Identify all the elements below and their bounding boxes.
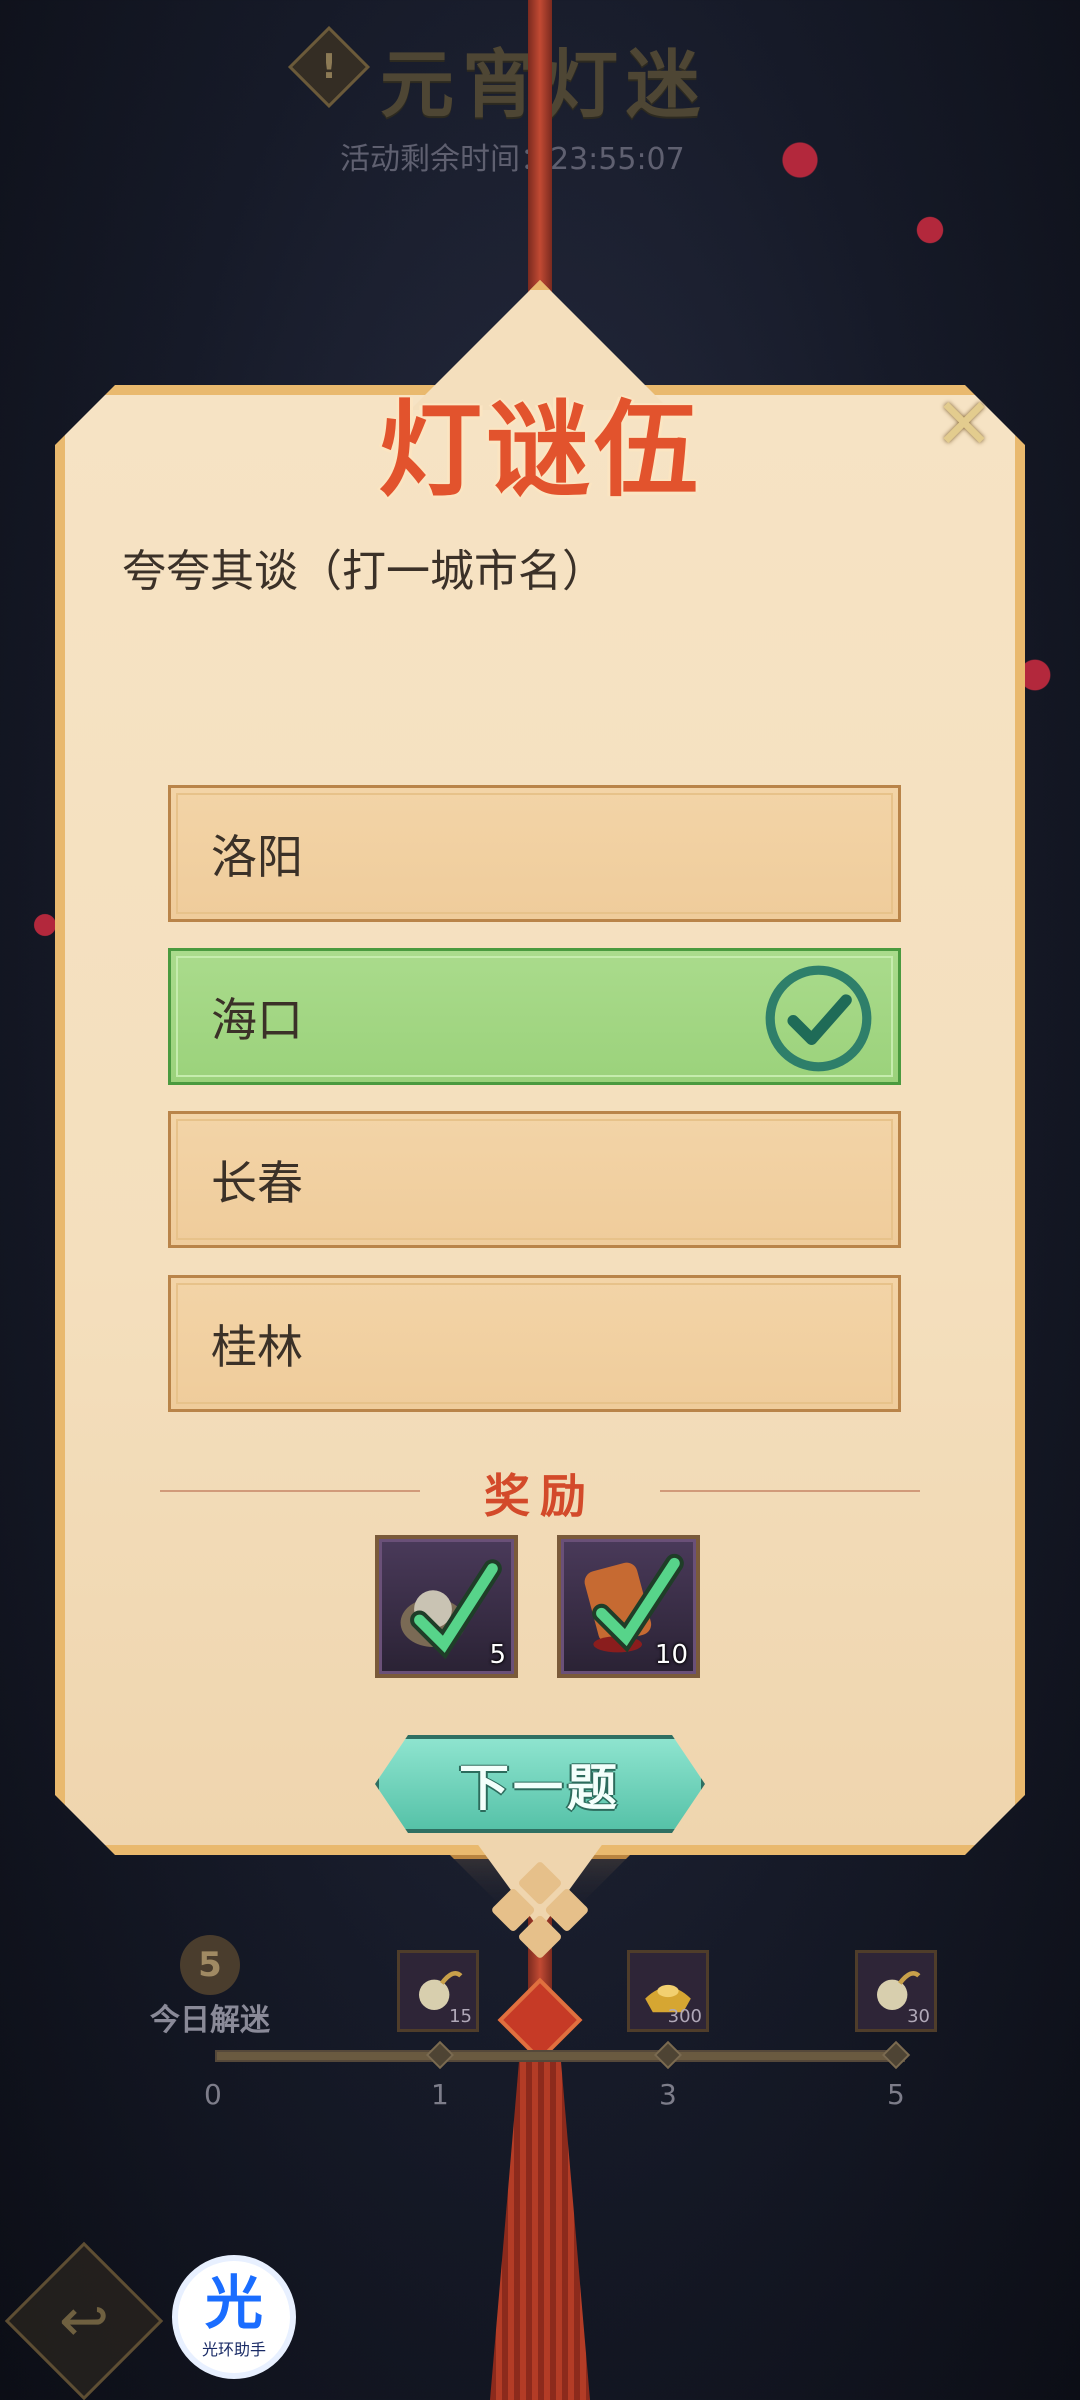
info-button[interactable]: ! [287, 25, 371, 109]
progress-node [881, 2040, 911, 2070]
reward-item-1[interactable]: 5 [375, 1535, 518, 1678]
milestone-reward-3[interactable]: 30 [855, 1950, 937, 2032]
back-button[interactable]: ↩ [4, 2241, 164, 2400]
reward-heading: 奖励 [484, 1469, 596, 1523]
progress-node [653, 2040, 683, 2070]
assistant-floating-button[interactable]: 光 光环助手 [172, 2255, 296, 2379]
milestone-count: 15 [449, 2006, 472, 2027]
riddle-title: 灯谜伍 [377, 388, 702, 511]
divider [160, 1490, 420, 1492]
plum-blossom-decoration [900, 200, 960, 260]
milestone-count: 300 [667, 2006, 702, 2027]
back-arrow-icon: ↩ [58, 2286, 110, 2356]
answer-option-2[interactable]: 海口 [168, 948, 901, 1085]
progress-fill [217, 2052, 903, 2060]
assistant-label: 光环助手 [201, 2340, 266, 2359]
option-label: 桂林 [211, 1319, 303, 1374]
tassel-decoration [490, 2050, 590, 2400]
progress-node [425, 2040, 455, 2070]
riddle-question: 夸夸其谈（打一城市名） [122, 546, 606, 597]
answer-option-1[interactable]: 洛阳 [168, 785, 901, 922]
solved-count-badge: 5 [180, 1935, 240, 1995]
tick-label: 1 [431, 2078, 449, 2111]
tick-label: 3 [659, 2078, 677, 2111]
tick-label: 5 [887, 2078, 905, 2111]
next-question-button[interactable]: 下一题 [375, 1735, 705, 1833]
correct-check-icon [765, 965, 872, 1072]
reward-count: 10 [654, 1640, 688, 1670]
milestone-count: 30 [907, 2006, 930, 2027]
option-label: 海口 [211, 992, 303, 1047]
progress-track [215, 2050, 905, 2062]
milestone-reward-2[interactable]: 300 [627, 1950, 709, 2032]
close-button[interactable]: ✕ [932, 383, 996, 465]
answer-option-4[interactable]: 桂林 [168, 1275, 901, 1412]
assistant-logo-icon: 光 [204, 2269, 263, 2337]
reward-count: 5 [489, 1640, 506, 1670]
divider [660, 1490, 920, 1492]
answer-option-3[interactable]: 长春 [168, 1111, 901, 1248]
option-label: 洛阳 [211, 829, 303, 884]
exclamation-icon: ! [321, 47, 337, 87]
reward-item-2[interactable]: 10 [557, 1535, 700, 1678]
milestone-reward-1[interactable]: 15 [397, 1950, 479, 2032]
tick-label: 0 [204, 2078, 222, 2111]
option-label: 长春 [211, 1155, 303, 1210]
solved-label: 今日解迷 [150, 2003, 270, 2038]
